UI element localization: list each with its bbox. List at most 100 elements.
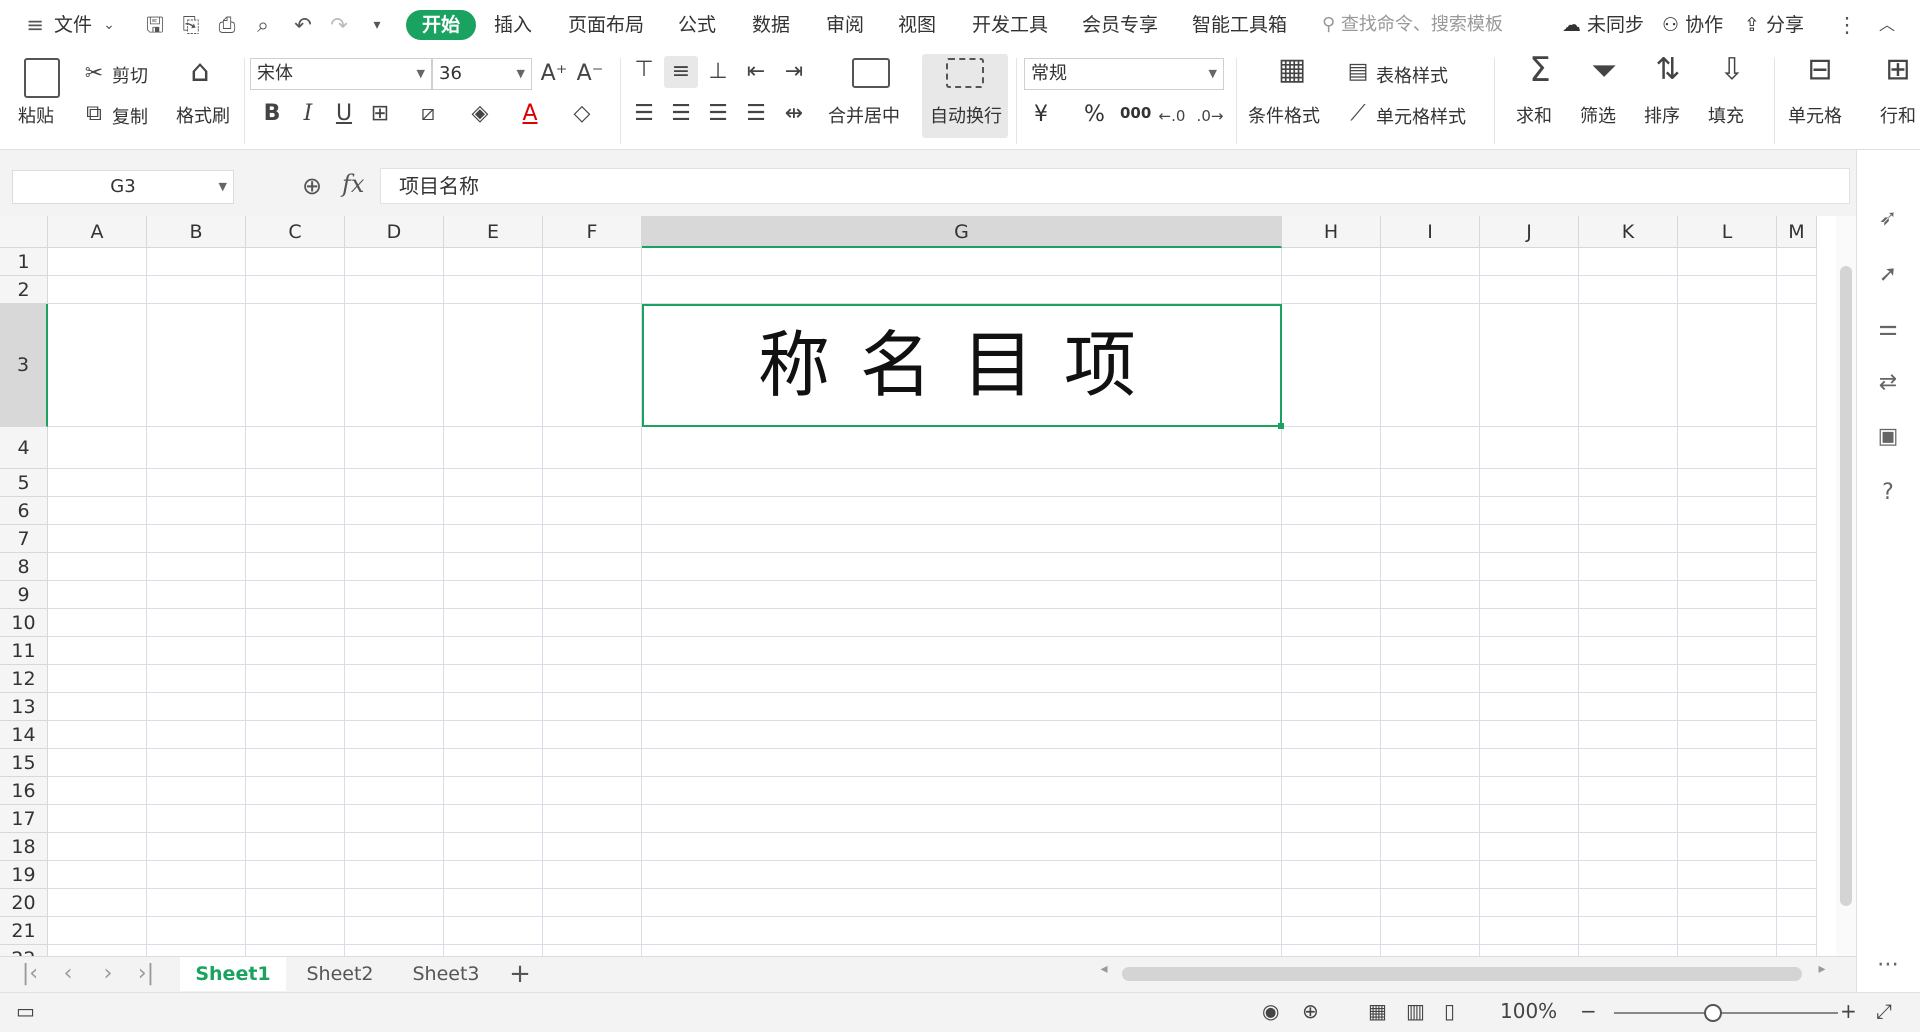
row-header-12[interactable]: 12	[0, 665, 48, 693]
column-header-l[interactable]: L	[1678, 216, 1777, 248]
page-layout-view-icon[interactable]: ▯	[1444, 999, 1455, 1023]
wrap-text-button[interactable]: 自动换行	[930, 102, 1002, 128]
file-chevron-down-icon[interactable]: ⌄	[96, 12, 122, 38]
sheet-tab-2[interactable]: Sheet2	[288, 957, 392, 991]
underline-icon[interactable]: U	[330, 100, 358, 128]
cell-button[interactable]: 单元格	[1788, 102, 1842, 128]
tab-view[interactable]: 视图	[898, 10, 936, 40]
thousands-separator-button[interactable]: 000	[1120, 104, 1151, 122]
border-icon[interactable]: ⊞	[366, 100, 394, 128]
row-header-7[interactable]: 7	[0, 525, 48, 553]
collaborate-button[interactable]: ⚇ 协作	[1662, 10, 1723, 40]
freeze-panes-icon[interactable]: ⊕	[1302, 999, 1319, 1023]
filter-button[interactable]: 筛选	[1580, 102, 1616, 128]
fill-handle[interactable]	[1278, 423, 1284, 429]
cut-button[interactable]: 剪切	[112, 62, 148, 88]
column-header-d[interactable]: D	[345, 216, 444, 248]
bold-icon[interactable]: B	[258, 100, 286, 128]
page-break-view-icon[interactable]: ▥	[1406, 999, 1425, 1023]
last-sheet-icon[interactable]: ›|	[132, 961, 160, 986]
row-header-8[interactable]: 8	[0, 553, 48, 581]
fill-down-icon[interactable]: ⇩	[1712, 55, 1752, 96]
sync-status[interactable]: ☁ 未同步	[1562, 10, 1644, 40]
cell-style-button[interactable]: 单元格样式	[1376, 103, 1466, 129]
formula-input[interactable]: 项目名称	[380, 168, 1850, 204]
sheet-tab-3[interactable]: Sheet3	[394, 957, 498, 991]
format-painter-icon[interactable]: ⌂	[186, 57, 214, 98]
copy-button[interactable]: 复制	[112, 103, 148, 129]
prev-sheet-icon[interactable]: ‹	[54, 961, 82, 986]
transform-icon[interactable]: ⇄	[1871, 366, 1905, 400]
decrease-decimal-icon[interactable]: .0→	[1196, 102, 1224, 130]
row-column-icon[interactable]: ⊞	[1878, 55, 1918, 96]
align-top-icon[interactable]: ⊤	[630, 56, 658, 84]
first-sheet-icon[interactable]: |‹	[16, 961, 44, 986]
conditional-format-button[interactable]: 条件格式	[1248, 102, 1320, 128]
row-header-10[interactable]: 10	[0, 609, 48, 637]
tab-home[interactable]: 开始	[406, 10, 477, 40]
quick-access-dropdown-icon[interactable]: ▾	[364, 12, 390, 38]
fill-color-icon[interactable]: ◈	[466, 100, 494, 128]
hscroll-left-icon[interactable]: ◂	[1090, 961, 1118, 977]
tab-review[interactable]: 审阅	[826, 10, 864, 40]
decrease-font-icon[interactable]: A⁻	[576, 60, 604, 88]
row-header-17[interactable]: 17	[0, 805, 48, 833]
cursor-select-icon[interactable]: ➚	[1871, 258, 1905, 292]
tab-formula[interactable]: 公式	[678, 10, 716, 40]
collapse-ribbon-icon[interactable]: ︿	[1874, 12, 1900, 38]
decrease-indent-icon[interactable]: ⇤	[742, 58, 770, 86]
row-header-5[interactable]: 5	[0, 469, 48, 497]
row-header-1[interactable]: 1	[0, 248, 48, 276]
insert-function-button[interactable]: fx	[342, 170, 364, 198]
tab-developer[interactable]: 开发工具	[972, 10, 1048, 40]
horizontal-scroll-thumb[interactable]	[1122, 967, 1802, 981]
settings-sliders-icon[interactable]: ⚌	[1871, 312, 1905, 346]
row-header-21[interactable]: 21	[0, 917, 48, 945]
font-color-icon[interactable]: A	[516, 100, 544, 128]
help-icon[interactable]: ?	[1871, 476, 1905, 510]
hscroll-right-icon[interactable]: ▸	[1808, 961, 1836, 977]
align-left-icon[interactable]: ☰	[630, 100, 658, 128]
active-cell-g3[interactable]: 称名目项	[642, 304, 1284, 429]
column-header-g[interactable]: G	[642, 216, 1282, 248]
row-header-11[interactable]: 11	[0, 637, 48, 665]
currency-format-button[interactable]: ¥	[1034, 102, 1048, 127]
table-style-button[interactable]: 表格样式	[1376, 62, 1448, 88]
sum-icon[interactable]: Σ	[1520, 53, 1560, 96]
cell-style-brush-icon[interactable]: ⧄	[414, 100, 442, 128]
justify-icon[interactable]: ☰	[742, 100, 770, 128]
row-header-4[interactable]: 4	[0, 427, 48, 469]
table-style-icon[interactable]: ▤	[1344, 58, 1372, 86]
row-header-16[interactable]: 16	[0, 777, 48, 805]
add-sheet-button[interactable]: +	[502, 957, 538, 991]
column-header-j[interactable]: J	[1480, 216, 1579, 248]
tab-smart-toolbox[interactable]: 智能工具箱	[1192, 10, 1287, 40]
hamburger-menu-icon[interactable]: ≡	[22, 12, 48, 38]
row-header-3[interactable]: 3	[0, 304, 48, 427]
sum-button[interactable]: 求和	[1516, 102, 1552, 128]
sort-button[interactable]: 排序	[1644, 102, 1680, 128]
merge-center-button[interactable]: 合并居中	[828, 102, 900, 128]
column-header-a[interactable]: A	[48, 216, 147, 248]
zoom-level[interactable]: 100%	[1500, 999, 1557, 1023]
tab-page-layout[interactable]: 页面布局	[568, 10, 644, 40]
row-header-22[interactable]: 22	[0, 945, 48, 956]
paste-button[interactable]: 粘贴	[18, 102, 54, 128]
conditional-format-icon[interactable]: ▦	[1272, 55, 1312, 96]
distributed-align-icon[interactable]: ⇹	[780, 100, 808, 128]
eye-protection-icon[interactable]: ◉	[1262, 999, 1279, 1023]
share-button[interactable]: ⇪ 分享	[1744, 10, 1804, 40]
row-header-18[interactable]: 18	[0, 833, 48, 861]
eraser-icon[interactable]: ◇	[568, 100, 596, 128]
more-options-icon[interactable]: ⋮	[1834, 12, 1860, 38]
font-name-select[interactable]: 宋体 ▼	[250, 58, 432, 90]
row-header-14[interactable]: 14	[0, 721, 48, 749]
print-preview-icon[interactable]: ⌕	[250, 12, 276, 38]
column-header-f[interactable]: F	[543, 216, 642, 248]
italic-icon[interactable]: I	[294, 100, 322, 128]
zoom-out-icon[interactable]: −	[1580, 999, 1597, 1023]
increase-font-icon[interactable]: A⁺	[540, 60, 568, 88]
export-icon[interactable]: ⎘	[178, 12, 204, 38]
zoom-slider-knob[interactable]	[1704, 1004, 1722, 1022]
format-painter-button[interactable]: 格式刷	[176, 102, 230, 128]
